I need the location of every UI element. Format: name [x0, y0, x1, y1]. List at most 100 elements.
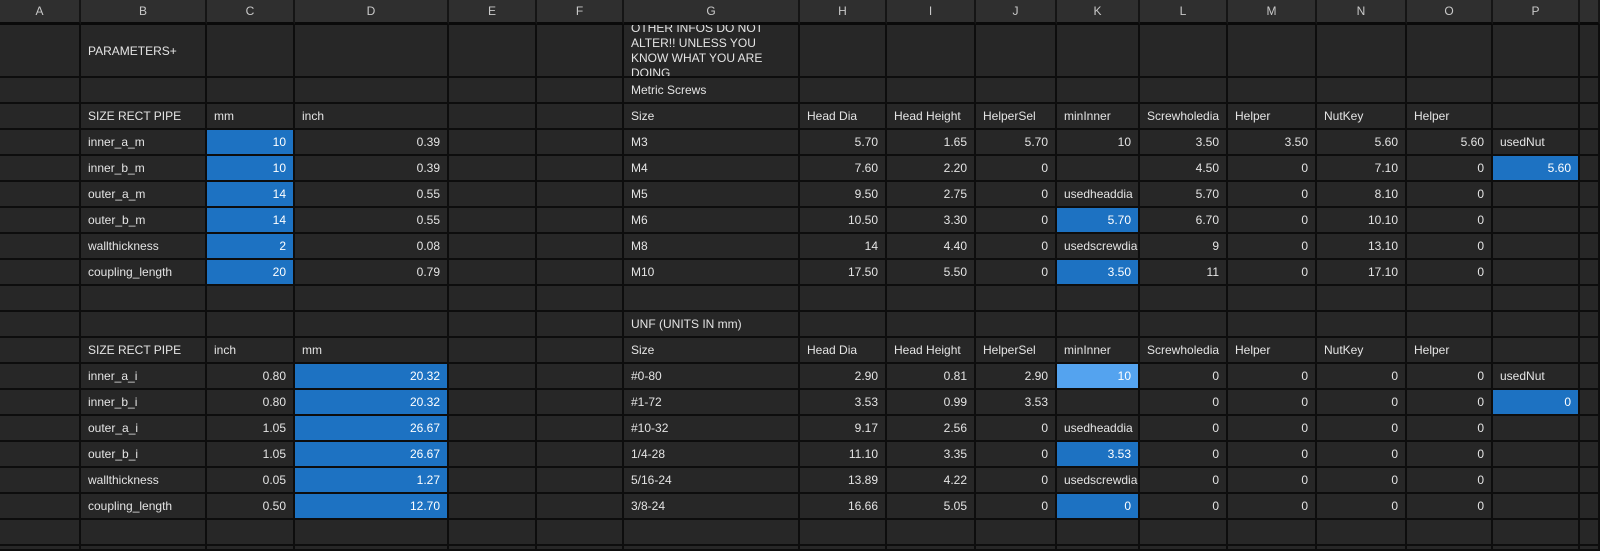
cell-M9[interactable]: 0 — [1228, 260, 1317, 286]
cell-J2[interactable] — [976, 78, 1057, 104]
cell-F2[interactable] — [537, 78, 624, 104]
cell-B11[interactable] — [81, 312, 207, 338]
cell-N17[interactable]: 0 — [1317, 468, 1407, 494]
cell-D9[interactable]: 0.79 — [295, 260, 449, 286]
cell-N3[interactable]: NutKey — [1317, 104, 1407, 130]
cell-P4[interactable]: usedNut — [1493, 130, 1580, 156]
cell-J11[interactable] — [976, 312, 1057, 338]
cell-P11[interactable] — [1493, 312, 1580, 338]
cell-E10[interactable] — [449, 286, 537, 312]
cell-P8[interactable] — [1493, 234, 1580, 260]
column-header-M[interactable]: M — [1228, 0, 1317, 25]
cell-D6[interactable]: 0.55 — [295, 182, 449, 208]
cell-D15[interactable]: 26.67 — [295, 416, 449, 442]
cell-K2[interactable] — [1057, 78, 1140, 104]
cell-P12[interactable] — [1493, 338, 1580, 364]
cell-E19[interactable] — [449, 520, 537, 546]
cell-E5[interactable] — [449, 156, 537, 182]
cell-H11[interactable] — [800, 312, 887, 338]
cell-A16[interactable] — [0, 442, 81, 468]
cell-O5[interactable]: 0 — [1407, 156, 1493, 182]
cell-N9[interactable]: 17.10 — [1317, 260, 1407, 286]
cell-F12[interactable] — [537, 338, 624, 364]
cell-C19[interactable] — [207, 520, 295, 546]
cell-E14[interactable] — [449, 390, 537, 416]
cell-N12[interactable]: NutKey — [1317, 338, 1407, 364]
cell-G5[interactable]: M4 — [624, 156, 800, 182]
cell-P13[interactable]: usedNut — [1493, 364, 1580, 390]
cell-L3[interactable]: Screwholedia — [1140, 104, 1228, 130]
cell-I11[interactable] — [887, 312, 976, 338]
cell-P18[interactable] — [1493, 494, 1580, 520]
cell-B9[interactable]: coupling_length — [81, 260, 207, 286]
cell-P9[interactable] — [1493, 260, 1580, 286]
column-header-J[interactable]: J — [976, 0, 1057, 25]
cell-K13[interactable]: 10 — [1057, 364, 1140, 390]
cell-A8[interactable] — [0, 234, 81, 260]
cell-L4[interactable]: 3.50 — [1140, 130, 1228, 156]
cell-A11[interactable] — [0, 312, 81, 338]
cell-J18[interactable]: 0 — [976, 494, 1057, 520]
cell-F16[interactable] — [537, 442, 624, 468]
cell-O4[interactable]: 5.60 — [1407, 130, 1493, 156]
cell-L19[interactable] — [1140, 520, 1228, 546]
cell-M18[interactable]: 0 — [1228, 494, 1317, 520]
cell-F8[interactable] — [537, 234, 624, 260]
cell-M19[interactable] — [1228, 520, 1317, 546]
cell-N11[interactable] — [1317, 312, 1407, 338]
cell-G17[interactable]: 5/16-24 — [624, 468, 800, 494]
cell-E2[interactable] — [449, 78, 537, 104]
cell-J15[interactable]: 0 — [976, 416, 1057, 442]
cell-K12[interactable]: minInner — [1057, 338, 1140, 364]
cell-L20[interactable] — [1140, 546, 1228, 551]
cell-K3[interactable]: minInner — [1057, 104, 1140, 130]
cell-N16[interactable]: 0 — [1317, 442, 1407, 468]
cell-x18[interactable] — [1580, 494, 1600, 520]
cell-A1[interactable] — [0, 25, 81, 78]
cell-x17[interactable] — [1580, 468, 1600, 494]
column-header-partial[interactable] — [1580, 0, 1600, 25]
cell-E4[interactable] — [449, 130, 537, 156]
column-header-D[interactable]: D — [295, 0, 449, 25]
cell-A12[interactable] — [0, 338, 81, 364]
cell-J10[interactable] — [976, 286, 1057, 312]
cell-N7[interactable]: 10.10 — [1317, 208, 1407, 234]
column-header-H[interactable]: H — [800, 0, 887, 25]
cell-x5[interactable] — [1580, 156, 1600, 182]
cell-x14[interactable] — [1580, 390, 1600, 416]
cell-G4[interactable]: M3 — [624, 130, 800, 156]
cell-N13[interactable]: 0 — [1317, 364, 1407, 390]
cell-E1[interactable] — [449, 25, 537, 78]
cell-M20[interactable] — [1228, 546, 1317, 551]
cell-N6[interactable]: 8.10 — [1317, 182, 1407, 208]
cell-I4[interactable]: 1.65 — [887, 130, 976, 156]
cell-x12[interactable] — [1580, 338, 1600, 364]
cell-E12[interactable] — [449, 338, 537, 364]
cell-B7[interactable]: outer_b_m — [81, 208, 207, 234]
cell-P3[interactable] — [1493, 104, 1580, 130]
cell-G14[interactable]: #1-72 — [624, 390, 800, 416]
cell-C7[interactable]: 14 — [207, 208, 295, 234]
cell-H9[interactable]: 17.50 — [800, 260, 887, 286]
cell-I9[interactable]: 5.50 — [887, 260, 976, 286]
cell-G11[interactable]: UNF (UNITS IN mm) — [624, 312, 800, 338]
cell-B14[interactable]: inner_b_i — [81, 390, 207, 416]
cell-L11[interactable] — [1140, 312, 1228, 338]
cell-D20[interactable] — [295, 546, 449, 551]
cell-K14[interactable] — [1057, 390, 1140, 416]
cell-N10[interactable] — [1317, 286, 1407, 312]
cell-L6[interactable]: 5.70 — [1140, 182, 1228, 208]
cell-A2[interactable] — [0, 78, 81, 104]
cell-K7[interactable]: 5.70 — [1057, 208, 1140, 234]
cell-K9[interactable]: 3.50 — [1057, 260, 1140, 286]
cell-P14[interactable]: 0 — [1493, 390, 1580, 416]
cell-N15[interactable]: 0 — [1317, 416, 1407, 442]
cell-E7[interactable] — [449, 208, 537, 234]
cell-E6[interactable] — [449, 182, 537, 208]
cell-D4[interactable]: 0.39 — [295, 130, 449, 156]
cell-D5[interactable]: 0.39 — [295, 156, 449, 182]
cell-x4[interactable] — [1580, 130, 1600, 156]
cell-A15[interactable] — [0, 416, 81, 442]
cell-H20[interactable] — [800, 546, 887, 551]
column-header-C[interactable]: C — [207, 0, 295, 25]
